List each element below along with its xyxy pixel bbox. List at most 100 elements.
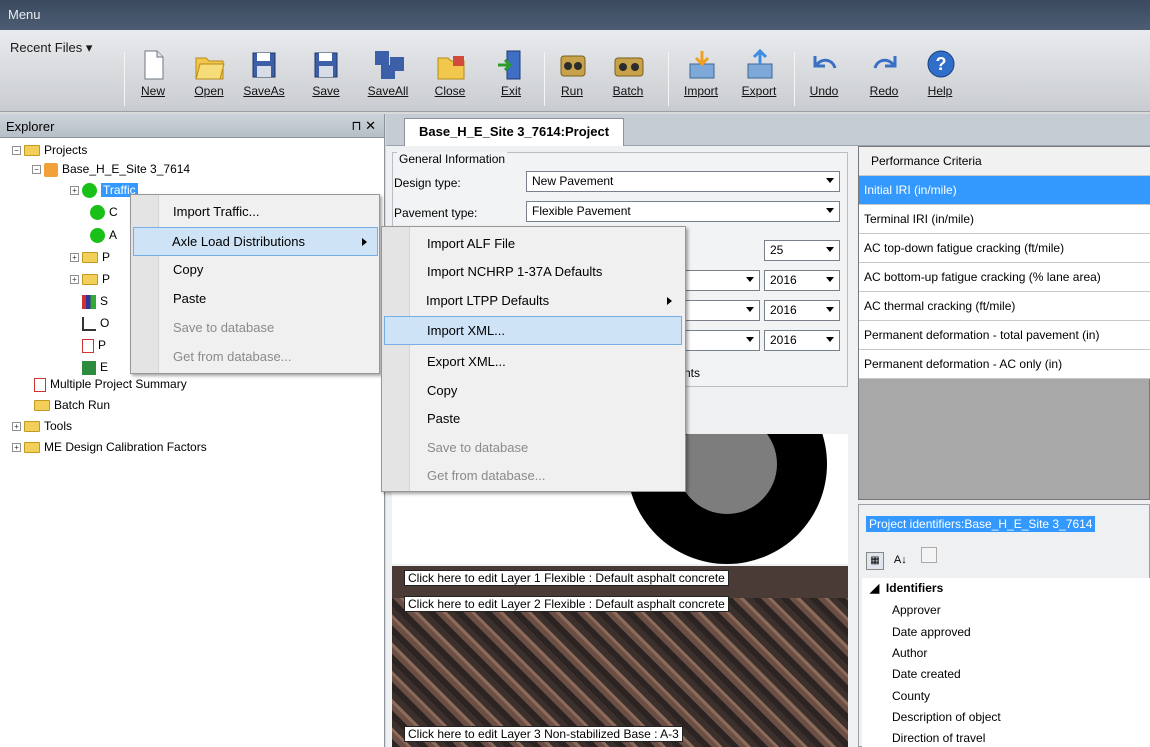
- menu-import-xml[interactable]: Import XML...: [384, 316, 682, 345]
- save-as-button[interactable]: SaveAs: [242, 48, 286, 110]
- categorized-icon[interactable]: ▦: [866, 552, 884, 570]
- tree-item-p2[interactable]: + P: [70, 272, 110, 286]
- layer-1-edit-link[interactable]: Click here to edit Layer 1 Flexible : De…: [404, 570, 729, 586]
- submenu-arrow-icon: [362, 238, 367, 246]
- expand-icon[interactable]: +: [70, 275, 79, 285]
- export-button[interactable]: Export: [734, 48, 784, 110]
- month-select-3[interactable]: [680, 330, 760, 351]
- menu-paste[interactable]: Paste: [173, 285, 206, 314]
- month-select-1[interactable]: [680, 270, 760, 291]
- tree-item-c[interactable]: C: [90, 205, 118, 221]
- tree-item-e[interactable]: E: [82, 360, 108, 375]
- property-direction[interactable]: Direction of travel: [892, 731, 985, 745]
- property-author[interactable]: Author: [892, 646, 927, 660]
- property-approver[interactable]: Approver: [892, 603, 941, 617]
- menu-get-from-database[interactable]: Get from database...: [173, 343, 292, 372]
- save-icon: [311, 48, 341, 82]
- exit-button[interactable]: Exit: [494, 48, 528, 110]
- folder-icon: [82, 252, 98, 264]
- property-county[interactable]: County: [892, 689, 930, 703]
- trailing-label: nts: [684, 366, 701, 380]
- menu-import-ltpp-defaults[interactable]: Import LTPP Defaults: [384, 287, 682, 316]
- menu-import-nchrp-defaults[interactable]: Import NCHRP 1-37A Defaults: [427, 258, 602, 287]
- perf-row-top-down[interactable]: AC top-down fatigue cracking (ft/mile): [859, 234, 1150, 263]
- undo-button[interactable]: Undo: [804, 48, 844, 110]
- menu-save-to-database[interactable]: Save to database: [173, 314, 274, 343]
- perf-row-ac-deformation[interactable]: Permanent deformation - AC only (in): [859, 350, 1150, 379]
- year-select-3[interactable]: 2016: [764, 330, 840, 351]
- design-life-select[interactable]: 25: [764, 240, 840, 261]
- run-button[interactable]: Run: [554, 48, 590, 110]
- document-tab-bar: Base_H_E_Site 3_7614:Project: [386, 114, 1150, 146]
- tree-item-p1[interactable]: + P: [70, 250, 110, 264]
- folder-icon: [24, 421, 40, 433]
- menu-import-traffic[interactable]: Import Traffic...: [173, 198, 259, 227]
- help-icon: ?: [925, 48, 955, 82]
- tree-multiple-summary[interactable]: Multiple Project Summary: [34, 377, 187, 392]
- tree-item-s[interactable]: S: [82, 294, 108, 309]
- menu-sub-paste[interactable]: Paste: [427, 405, 460, 434]
- year-select-1[interactable]: 2016: [764, 270, 840, 291]
- perf-row-thermal[interactable]: AC thermal cracking (ft/mile): [859, 292, 1150, 321]
- status-ok-icon: [90, 205, 105, 221]
- property-pages-icon[interactable]: [920, 547, 937, 563]
- menu-axle-load-distributions[interactable]: Axle Load Distributions: [133, 227, 378, 256]
- open-button[interactable]: Open: [187, 48, 231, 110]
- pavement-type-select[interactable]: Flexible Pavement: [526, 201, 840, 222]
- pin-close-icon[interactable]: ⊓ ✕: [351, 118, 376, 134]
- design-type-select[interactable]: New Pavement: [526, 171, 840, 192]
- layer-2-edit-link[interactable]: Click here to edit Layer 2 Flexible : De…: [404, 596, 729, 612]
- property-description[interactable]: Description of object: [892, 710, 1001, 724]
- menu-sub-copy[interactable]: Copy: [427, 377, 457, 406]
- import-button[interactable]: Import: [678, 48, 724, 110]
- collapse-icon[interactable]: −: [32, 165, 41, 175]
- toolbar-separator: [544, 52, 545, 106]
- collapse-icon[interactable]: −: [12, 146, 21, 156]
- batch-button[interactable]: Batch: [606, 48, 650, 110]
- project-icon: [44, 162, 58, 177]
- menu-export-xml[interactable]: Export XML...: [427, 348, 506, 377]
- perf-row-terminal-iri[interactable]: Terminal IRI (in/mile): [859, 205, 1150, 234]
- redo-button[interactable]: Redo: [864, 48, 904, 110]
- month-select-2[interactable]: [680, 300, 760, 321]
- save-all-button[interactable]: SaveAll: [366, 48, 410, 110]
- expand-icon[interactable]: +: [12, 443, 21, 453]
- identifiers-section[interactable]: ◢ Identifiers: [870, 581, 943, 595]
- design-type-label: Design type:: [394, 176, 461, 190]
- property-date-approved[interactable]: Date approved: [892, 625, 971, 639]
- menu-import-alf-file[interactable]: Import ALF File: [427, 230, 515, 259]
- open-folder-icon: [194, 48, 225, 82]
- menu-sub-get-from-database[interactable]: Get from database...: [427, 462, 546, 491]
- recent-files-dropdown[interactable]: Recent Files ▾: [10, 40, 92, 56]
- tree-traffic[interactable]: + Traffic: [70, 183, 138, 199]
- expand-icon[interactable]: +: [12, 422, 21, 432]
- expand-icon[interactable]: +: [70, 186, 79, 196]
- layer-3-edit-link[interactable]: Click here to edit Layer 3 Non-stabilize…: [404, 726, 683, 742]
- excel-icon: [82, 360, 96, 375]
- help-button[interactable]: ? Help: [922, 48, 958, 110]
- property-date-created[interactable]: Date created: [892, 667, 961, 681]
- perf-row-total-deformation[interactable]: Permanent deformation - total pavement (…: [859, 321, 1150, 350]
- tab-project[interactable]: Base_H_E_Site 3_7614:Project: [404, 118, 625, 146]
- tree-project-node[interactable]: − Base_H_E_Site 3_7614: [32, 162, 190, 177]
- menu-copy[interactable]: Copy: [173, 256, 203, 285]
- tree-batch-run[interactable]: Batch Run: [34, 398, 110, 412]
- year-select-2[interactable]: 2016: [764, 300, 840, 321]
- tree-tools[interactable]: + Tools: [12, 419, 72, 433]
- perf-row-bottom-up[interactable]: AC bottom-up fatigue cracking (% lane ar…: [859, 263, 1150, 292]
- folder-icon: [24, 145, 40, 157]
- tree-item-a[interactable]: A: [90, 228, 117, 244]
- menu-label[interactable]: Menu: [8, 7, 41, 22]
- close-button[interactable]: Close: [430, 48, 470, 110]
- expand-icon[interactable]: +: [70, 253, 79, 263]
- menu-sub-save-to-database[interactable]: Save to database: [427, 434, 528, 463]
- new-button[interactable]: New: [133, 48, 173, 110]
- tree-item-p3[interactable]: P: [82, 338, 106, 353]
- perf-row-initial-iri[interactable]: Initial IRI (in/mile): [859, 176, 1150, 205]
- save-button[interactable]: Save: [308, 48, 344, 110]
- alphabetical-icon[interactable]: A↓: [891, 551, 909, 569]
- tree-calibration[interactable]: + ME Design Calibration Factors: [12, 440, 207, 454]
- general-information-title: General Information: [397, 152, 508, 166]
- tree-item-o[interactable]: O: [82, 316, 109, 331]
- tree-projects[interactable]: − Projects: [12, 143, 87, 157]
